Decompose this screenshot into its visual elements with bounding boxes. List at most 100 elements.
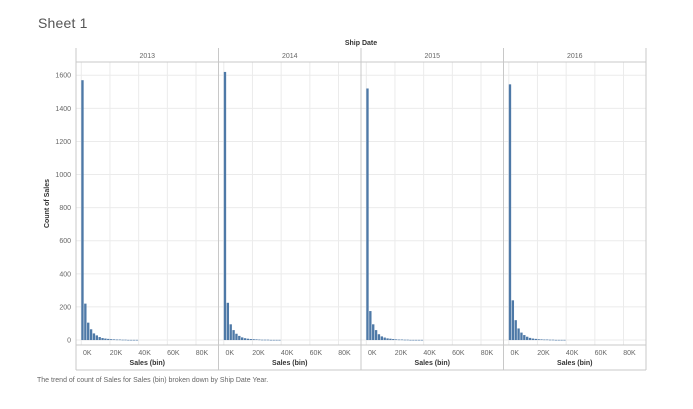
x-tick-label: 60K (595, 350, 608, 357)
y-tick-label: 1200 (55, 139, 71, 146)
x-tick-label: 60K (452, 350, 465, 357)
bar-2015-12 (400, 339, 404, 341)
bar-2016-7 (528, 337, 532, 341)
label-layer: Ship Date Count of Sales 0 200 400 600 800 1000… (44, 40, 636, 367)
bar-2016-18 (560, 339, 563, 341)
panel-header-2013: 2013 (139, 53, 155, 60)
bar-2016-6 (526, 336, 529, 341)
x-tick-label: 40K (138, 350, 151, 357)
y-tick-label: 1600 (55, 73, 71, 80)
bar-2014-0 (223, 71, 227, 341)
frame-layer (75, 48, 647, 371)
bar-2015-1 (369, 311, 372, 341)
bar-2016-17 (557, 339, 560, 341)
bar-2014-10 (252, 339, 255, 341)
bar-2014-18 (275, 339, 278, 341)
x-tick-label: 0K (83, 350, 92, 357)
bar-2013-0 (81, 80, 84, 341)
bar-2015-5 (380, 336, 383, 341)
x-tick-label: 80K (623, 350, 636, 357)
bar-2016-10 (537, 339, 540, 341)
bar-2016-5 (523, 335, 526, 341)
y-tick-label: 0 (67, 338, 71, 345)
bar-2016-2 (514, 320, 517, 341)
bar-2015-11 (397, 339, 401, 341)
column-header-ship-date: Ship Date (345, 40, 377, 47)
x-axis-title: Sales (bin) (130, 360, 165, 367)
y-tick-label: 1000 (55, 172, 71, 179)
bar-2013-10 (109, 339, 113, 341)
x-tick-label: 0K (226, 350, 235, 357)
bar-2014-6 (241, 337, 244, 341)
bar-2014-7 (243, 338, 247, 341)
bar-2015-19 (420, 339, 424, 341)
y-tick-label: 1400 (55, 106, 71, 113)
bar-2013-2 (87, 322, 90, 341)
bar-2014-8 (246, 338, 250, 341)
x-tick-label: 20K (252, 350, 265, 357)
bar-2016-11 (540, 339, 543, 341)
x-tick-label: 80K (481, 350, 494, 357)
y-tick-label: 200 (59, 304, 71, 311)
panel-header-2016: 2016 (567, 53, 583, 60)
x-tick-label: 60K (310, 350, 323, 357)
y-tick-label: 800 (59, 205, 71, 212)
y-tick-label: 600 (59, 238, 71, 245)
bar-2016-14 (548, 339, 552, 341)
bar-2016-9 (534, 338, 537, 341)
bar-2016-1 (511, 300, 515, 341)
x-axis-title: Sales (bin) (272, 360, 307, 367)
bar-2013-7 (101, 338, 104, 341)
bar-2014-1 (226, 302, 230, 341)
bar-2013-4 (92, 333, 96, 341)
bar-2015-0 (366, 88, 369, 341)
bar-2014-14 (263, 339, 267, 341)
bar-2013-15 (124, 339, 127, 341)
panel-header-2015: 2015 (424, 53, 440, 60)
bar-2014-12 (258, 339, 261, 341)
bar-2015-3 (374, 330, 378, 341)
bar-2013-3 (89, 329, 93, 341)
bar-2016-8 (531, 338, 535, 341)
bar-2016-15 (551, 339, 555, 341)
bar-2013-8 (104, 338, 107, 341)
bar-2013-5 (95, 335, 98, 341)
bar-2016-19 (563, 339, 566, 341)
bar-2015-6 (383, 337, 386, 341)
bar-2013-17 (130, 339, 133, 341)
x-tick-label: 80K (338, 350, 351, 357)
bar-2013-1 (84, 303, 87, 341)
bar-2015-7 (386, 338, 389, 341)
bar-2014-19 (278, 339, 281, 341)
bar-2015-14 (406, 339, 409, 341)
bar-2015-15 (409, 339, 412, 341)
x-tick-label: 60K (167, 350, 180, 357)
x-axis-title: Sales (bin) (415, 360, 450, 367)
x-tick-label: 40K (566, 350, 579, 357)
bar-2013-13 (118, 339, 121, 341)
x-axis-title: Sales (bin) (557, 360, 592, 367)
x-tick-label: 20K (537, 350, 550, 357)
bar-2016-13 (546, 339, 549, 341)
x-tick-label: 0K (511, 350, 520, 357)
y-axis-title: Count of Sales (44, 179, 51, 228)
bar-2015-4 (377, 334, 381, 341)
bar-2013-16 (127, 339, 130, 341)
panel-header-2014: 2014 (282, 53, 298, 60)
bar-2013-9 (107, 338, 110, 341)
bar-2015-13 (403, 339, 406, 341)
histogram-chart: Ship Date Count of Sales 0 200 400 600 800 1000… (44, 40, 647, 371)
chart-caption: The trend of count of Sales for Sales (b… (37, 377, 269, 384)
bar-2014-11 (255, 339, 258, 341)
bar-2014-17 (272, 339, 275, 341)
bar-2015-2 (372, 324, 375, 341)
bar-2015-10 (394, 339, 398, 341)
y-tick-label: 400 (59, 271, 71, 278)
bar-2014-5 (238, 335, 241, 341)
bar-2016-3 (517, 328, 520, 341)
x-tick-label: 20K (395, 350, 408, 357)
bar-2013-14 (121, 339, 124, 341)
bar-2015-16 (412, 339, 415, 341)
bar-2013-11 (112, 339, 116, 341)
bar-2014-4 (235, 333, 238, 341)
